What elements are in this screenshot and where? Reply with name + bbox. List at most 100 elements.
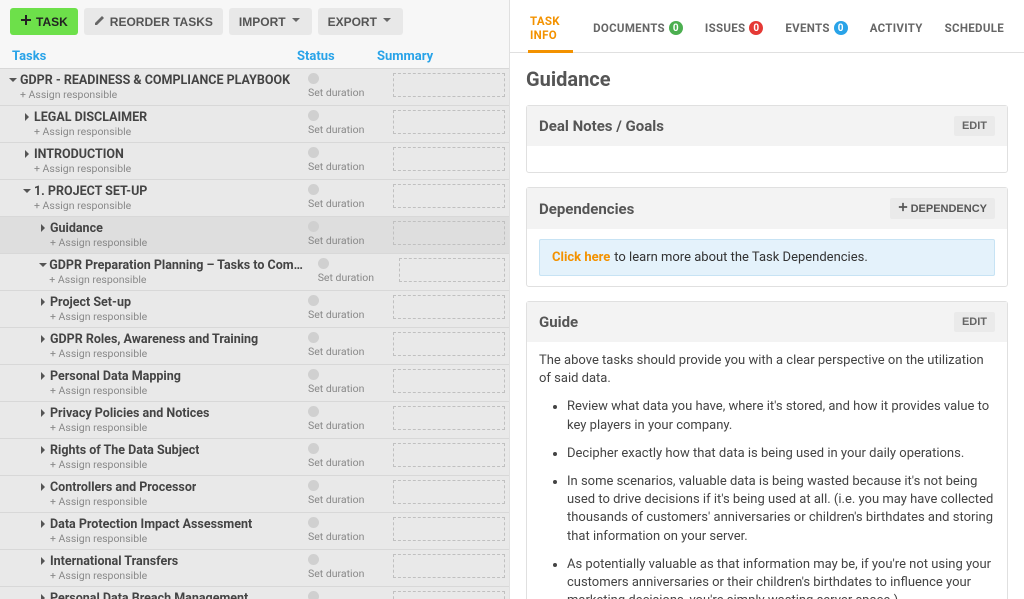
task-row[interactable]: GDPR - READINESS & COMPLIANCE PLAYBOOK+ … xyxy=(0,68,509,105)
set-duration[interactable]: Set duration xyxy=(308,345,364,358)
task-row[interactable]: GDPR Preparation Planning – Tasks to Com… xyxy=(0,253,509,290)
task-row[interactable]: Controllers and Processor+ Assign respon… xyxy=(0,475,509,512)
set-duration[interactable]: Set duration xyxy=(308,382,364,395)
summary-box[interactable] xyxy=(393,443,505,467)
task-row[interactable]: Data Protection Impact Assessment+ Assig… xyxy=(0,512,509,549)
summary-box[interactable] xyxy=(393,147,505,171)
assign-responsible[interactable]: + Assign responsible xyxy=(50,569,178,582)
set-duration[interactable]: Set duration xyxy=(308,234,364,247)
set-duration[interactable]: Set duration xyxy=(308,493,364,506)
reorder-tasks-button[interactable]: REORDER TASKS xyxy=(84,8,223,35)
tab-issues[interactable]: ISSUES 0 xyxy=(703,15,765,45)
set-duration[interactable]: Set duration xyxy=(308,197,364,210)
chevron-right-icon[interactable] xyxy=(36,593,50,599)
status-dot[interactable] xyxy=(318,258,329,269)
set-duration[interactable]: Set duration xyxy=(308,456,364,469)
tab-task-info[interactable]: TASK INFO xyxy=(528,8,573,52)
status-dot[interactable] xyxy=(308,480,319,491)
chevron-right-icon[interactable] xyxy=(20,149,34,159)
assign-responsible[interactable]: + Assign responsible xyxy=(50,421,209,434)
status-dot[interactable] xyxy=(308,406,319,417)
task-row[interactable]: INTRODUCTION+ Assign responsibleSet dura… xyxy=(0,142,509,179)
set-duration[interactable]: Set duration xyxy=(308,308,364,321)
chevron-right-icon[interactable] xyxy=(36,408,50,418)
chevron-right-icon[interactable] xyxy=(36,371,50,381)
assign-responsible[interactable]: + Assign responsible xyxy=(50,384,181,397)
assign-responsible[interactable]: + Assign responsible xyxy=(20,88,290,101)
col-summary[interactable]: Summary xyxy=(377,49,497,64)
tab-documents[interactable]: DOCUMENTS 0 xyxy=(591,15,685,45)
chevron-right-icon[interactable] xyxy=(36,482,50,492)
add-dependency-button[interactable]: DEPENDENCY xyxy=(890,198,995,219)
summary-box[interactable] xyxy=(393,221,505,245)
col-tasks[interactable]: Tasks xyxy=(12,49,292,64)
assign-responsible[interactable]: + Assign responsible xyxy=(34,162,131,175)
export-button[interactable]: EXPORT xyxy=(318,8,403,35)
tab-events[interactable]: EVENTS 0 xyxy=(783,15,849,45)
task-row[interactable]: Guidance+ Assign responsibleSet duration xyxy=(0,216,509,253)
set-duration[interactable]: Set duration xyxy=(318,271,374,284)
status-dot[interactable] xyxy=(308,517,319,528)
dependencies-learn-link[interactable]: Click here xyxy=(552,250,610,265)
assign-responsible[interactable]: + Assign responsible xyxy=(50,310,147,323)
chevron-right-icon[interactable] xyxy=(20,112,34,122)
assign-responsible[interactable]: + Assign responsible xyxy=(50,236,147,249)
summary-box[interactable] xyxy=(393,554,505,578)
summary-box[interactable] xyxy=(393,73,505,97)
status-dot[interactable] xyxy=(308,332,319,343)
assign-responsible[interactable]: + Assign responsible xyxy=(34,125,147,138)
summary-box[interactable] xyxy=(393,332,505,356)
summary-box[interactable] xyxy=(393,295,505,319)
task-row[interactable]: Project Set-up+ Assign responsibleSet du… xyxy=(0,290,509,327)
status-dot[interactable] xyxy=(308,221,319,232)
set-duration[interactable]: Set duration xyxy=(308,86,364,99)
status-dot[interactable] xyxy=(308,369,319,380)
chevron-right-icon[interactable] xyxy=(36,445,50,455)
assign-responsible[interactable]: + Assign responsible xyxy=(50,458,199,471)
assign-responsible[interactable]: + Assign responsible xyxy=(50,347,258,360)
edit-deal-notes-button[interactable]: EDIT xyxy=(954,116,995,136)
summary-box[interactable] xyxy=(393,110,505,134)
chevron-right-icon[interactable] xyxy=(36,334,50,344)
task-row[interactable]: Rights of The Data Subject+ Assign respo… xyxy=(0,438,509,475)
col-status[interactable]: Status xyxy=(292,49,377,64)
status-dot[interactable] xyxy=(308,73,319,84)
status-dot[interactable] xyxy=(308,184,319,195)
chevron-down-icon[interactable] xyxy=(6,75,20,85)
chevron-right-icon[interactable] xyxy=(36,556,50,566)
tab-schedule[interactable]: SCHEDULE xyxy=(943,15,1006,45)
summary-box[interactable] xyxy=(393,480,505,504)
set-duration[interactable]: Set duration xyxy=(308,419,364,432)
summary-box[interactable] xyxy=(399,258,505,282)
assign-responsible[interactable]: + Assign responsible xyxy=(34,199,147,212)
task-row[interactable]: GDPR Roles, Awareness and Training+ Assi… xyxy=(0,327,509,364)
status-dot[interactable] xyxy=(308,443,319,454)
task-row[interactable]: International Transfers+ Assign responsi… xyxy=(0,549,509,586)
status-dot[interactable] xyxy=(308,110,319,121)
task-row[interactable]: LEGAL DISCLAIMER+ Assign responsibleSet … xyxy=(0,105,509,142)
task-row[interactable]: Personal Data Mapping+ Assign responsibl… xyxy=(0,364,509,401)
status-dot[interactable] xyxy=(308,554,319,565)
status-dot[interactable] xyxy=(308,591,319,599)
add-task-button[interactable]: TASK xyxy=(10,8,78,35)
chevron-right-icon[interactable] xyxy=(36,297,50,307)
summary-box[interactable] xyxy=(393,591,505,599)
set-duration[interactable]: Set duration xyxy=(308,567,364,580)
chevron-down-icon[interactable] xyxy=(36,260,49,270)
assign-responsible[interactable]: + Assign responsible xyxy=(49,273,307,286)
status-dot[interactable] xyxy=(308,295,319,306)
summary-box[interactable] xyxy=(393,369,505,393)
chevron-right-icon[interactable] xyxy=(36,223,50,233)
edit-guide-button[interactable]: EDIT xyxy=(954,312,995,332)
chevron-down-icon[interactable] xyxy=(20,186,34,196)
assign-responsible[interactable]: + Assign responsible xyxy=(50,495,196,508)
summary-box[interactable] xyxy=(393,517,505,541)
status-dot[interactable] xyxy=(308,147,319,158)
summary-box[interactable] xyxy=(393,406,505,430)
set-duration[interactable]: Set duration xyxy=(308,530,364,543)
task-row[interactable]: Privacy Policies and Notices+ Assign res… xyxy=(0,401,509,438)
assign-responsible[interactable]: + Assign responsible xyxy=(50,532,252,545)
tab-activity[interactable]: ACTIVITY xyxy=(868,15,925,45)
set-duration[interactable]: Set duration xyxy=(308,160,364,173)
summary-box[interactable] xyxy=(393,184,505,208)
